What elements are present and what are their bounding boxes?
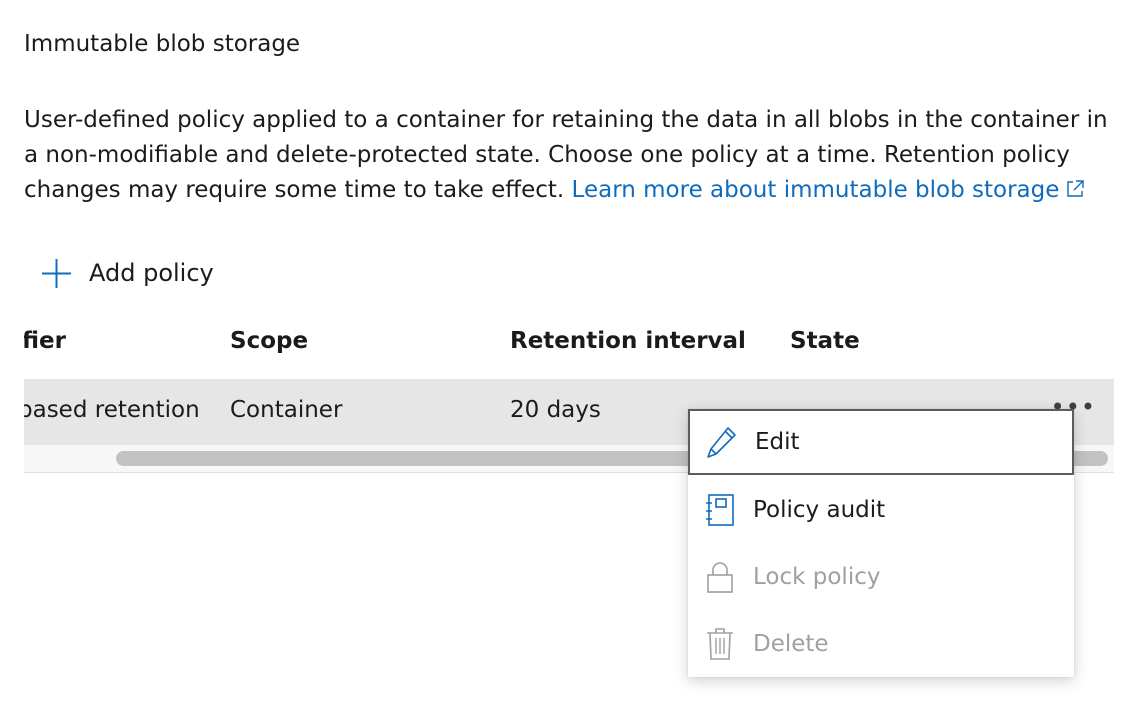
menu-item-label: Edit bbox=[755, 429, 800, 455]
plus-icon bbox=[40, 257, 73, 290]
audit-icon bbox=[704, 492, 736, 528]
menu-item-delete: Delete bbox=[688, 611, 1074, 677]
menu-item-label: Delete bbox=[753, 631, 829, 657]
learn-more-link[interactable]: Learn more about immutable blob storage bbox=[572, 177, 1086, 203]
add-policy-button[interactable]: Add policy bbox=[40, 255, 214, 291]
menu-item-lock-policy: Lock policy bbox=[688, 544, 1074, 610]
section-title: Immutable blob storage bbox=[24, 31, 301, 57]
column-header-scope[interactable]: Scope bbox=[230, 328, 308, 354]
external-link-icon bbox=[1065, 175, 1085, 210]
cell-scope: Container bbox=[230, 397, 343, 423]
menu-item-edit[interactable]: Edit bbox=[688, 409, 1074, 475]
column-header-retention[interactable]: Retention interval bbox=[510, 328, 746, 354]
cell-retention: 20 days bbox=[510, 397, 601, 423]
column-header-identifier[interactable]: fier bbox=[24, 328, 66, 354]
lock-icon bbox=[704, 559, 736, 595]
menu-item-label: Policy audit bbox=[753, 497, 886, 523]
context-menu: Edit Policy audit Lock policy Delete bbox=[688, 409, 1074, 677]
section-description: User-defined policy applied to a contain… bbox=[24, 103, 1124, 210]
menu-item-policy-audit[interactable]: Policy audit bbox=[688, 477, 1074, 543]
immutable-storage-page: Immutable blob storage User-defined poli… bbox=[0, 0, 1148, 716]
menu-item-label: Lock policy bbox=[753, 564, 881, 590]
pencil-icon bbox=[706, 424, 738, 460]
column-header-state[interactable]: State bbox=[790, 328, 860, 354]
learn-more-label: Learn more about immutable blob storage bbox=[571, 177, 1060, 203]
add-policy-label: Add policy bbox=[89, 259, 214, 287]
trash-icon bbox=[704, 626, 736, 662]
cell-identifier: based retention bbox=[24, 397, 200, 423]
